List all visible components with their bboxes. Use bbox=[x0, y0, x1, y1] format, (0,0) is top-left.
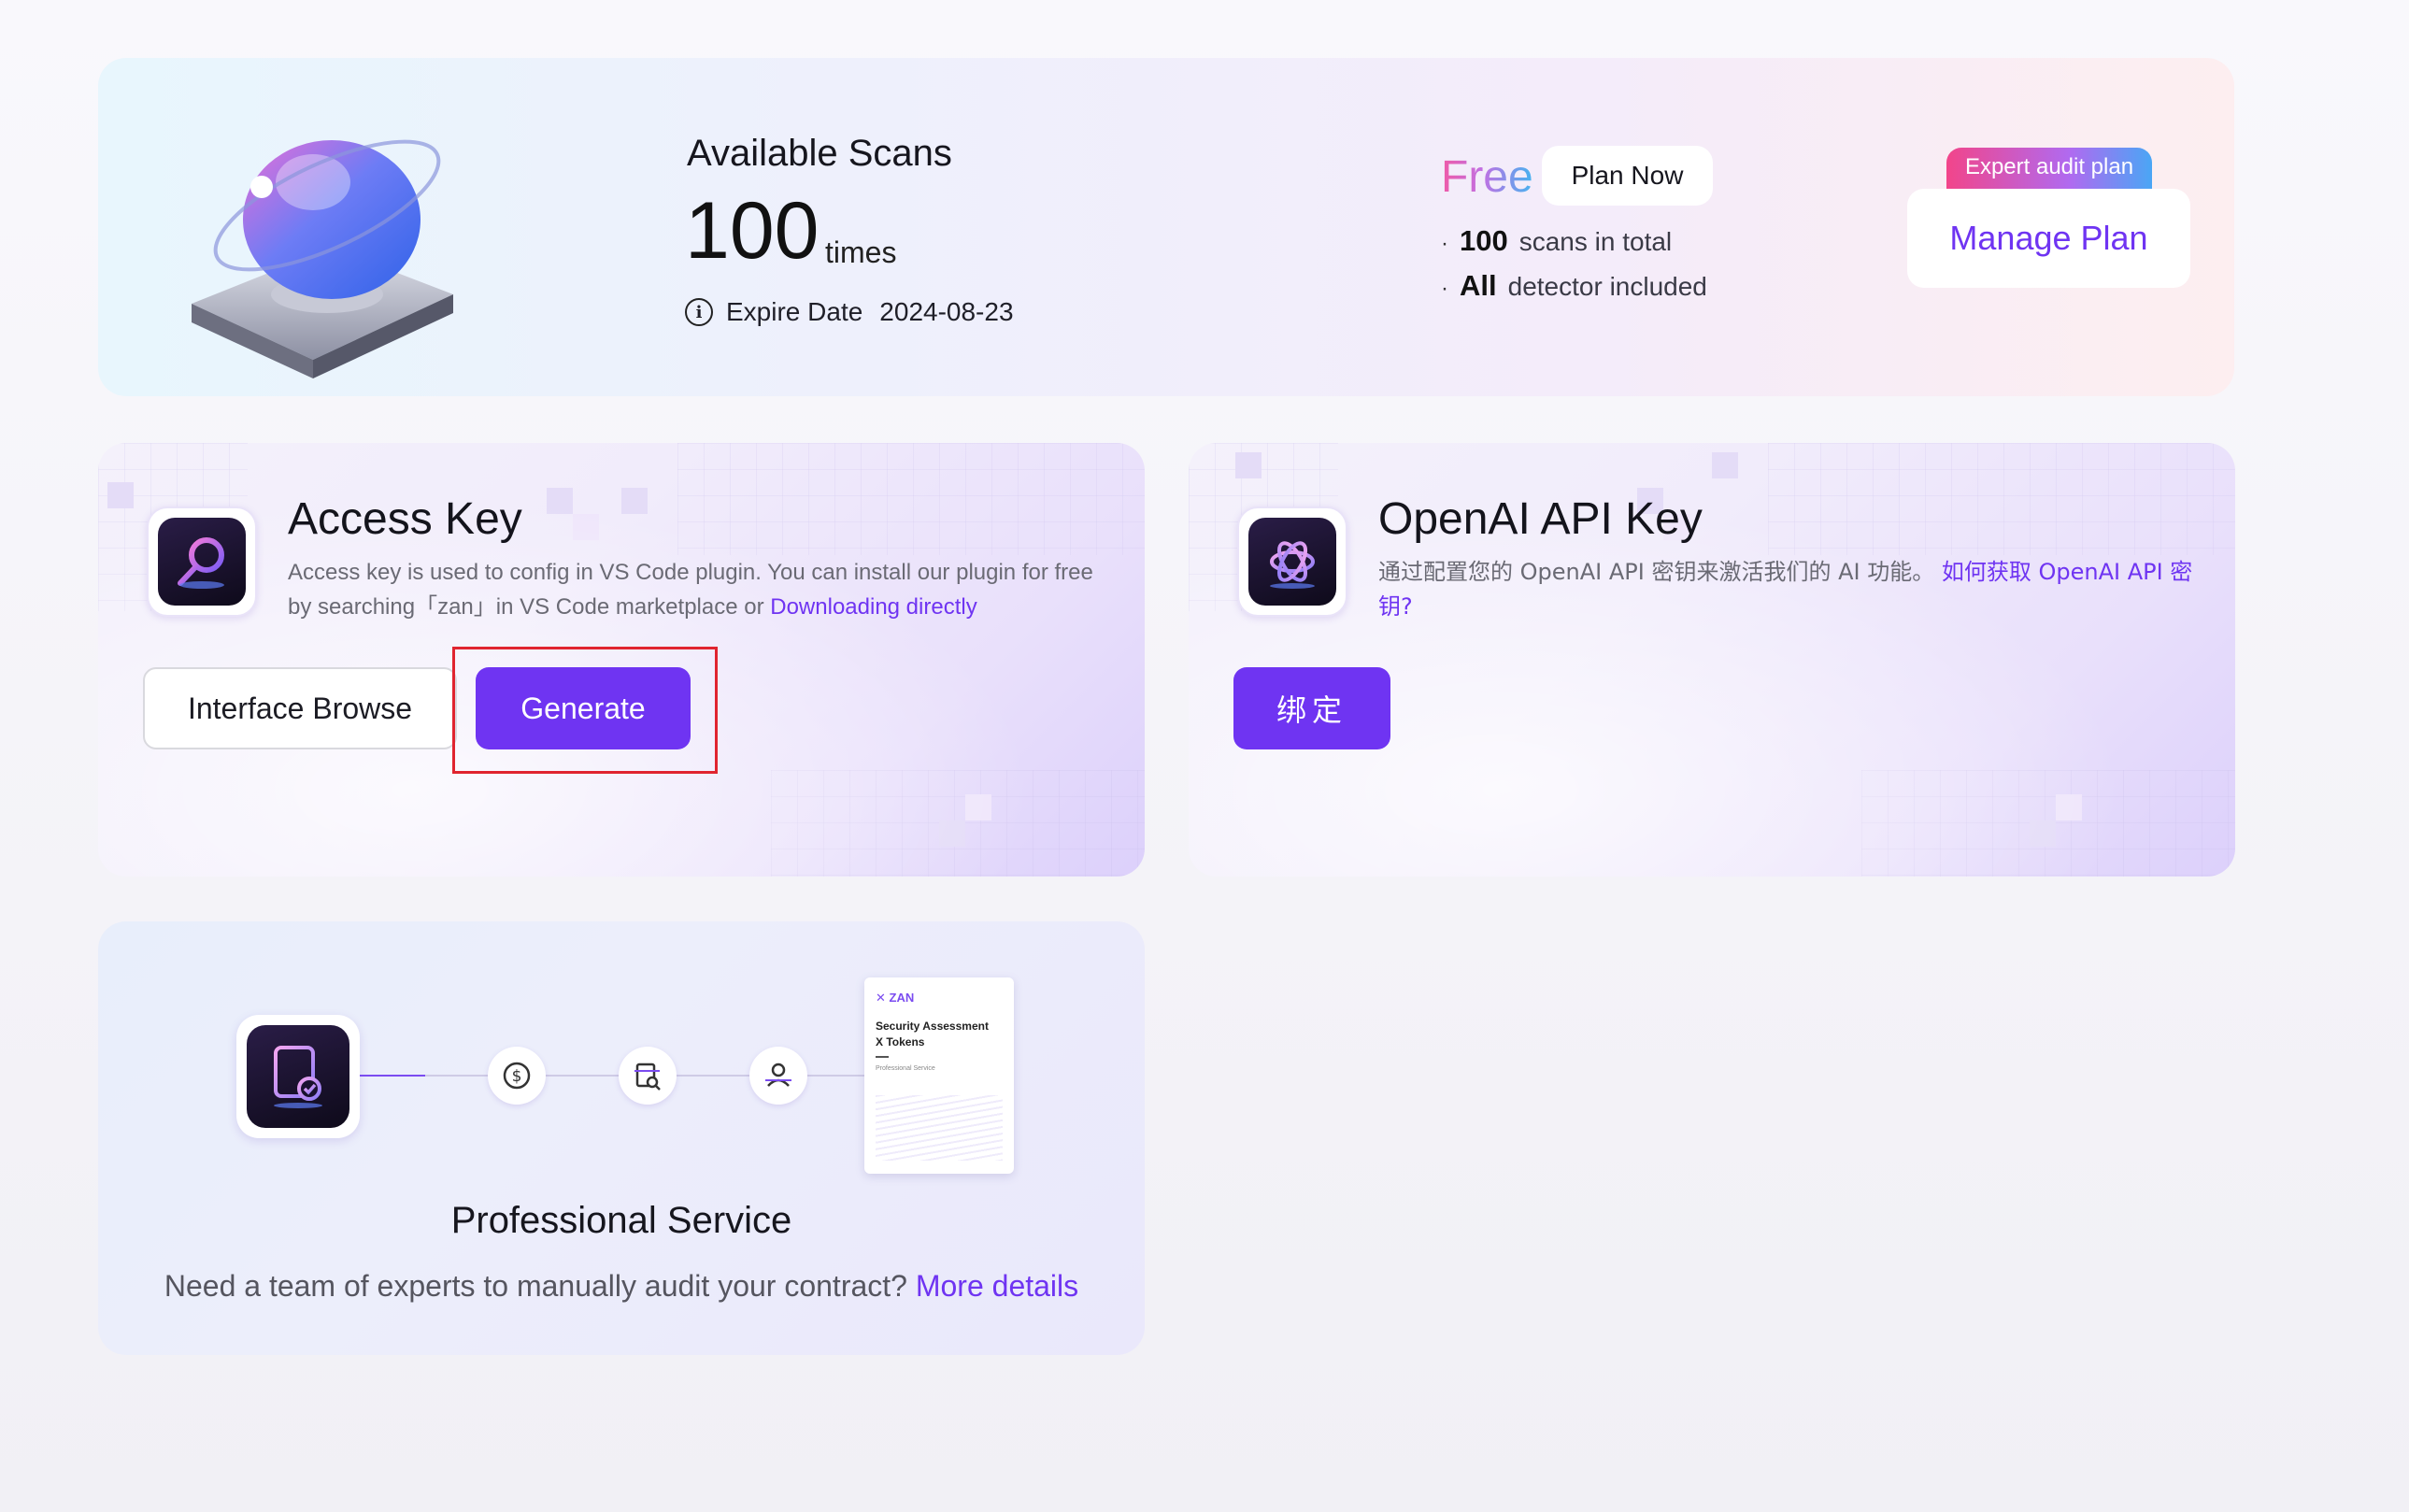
access-key-icon-box bbox=[147, 506, 257, 617]
expert-step-icon bbox=[749, 1047, 807, 1105]
report-subtitle: Professional Service bbox=[876, 1065, 935, 1072]
service-desc-text: Need a team of experts to manually audit… bbox=[164, 1269, 907, 1303]
plan-feature-value: 100 bbox=[1460, 224, 1508, 257]
professional-service-card: $ ✕ ZAN Security Assessment X Tokens Pro… bbox=[98, 921, 1145, 1355]
report-wave-pattern bbox=[876, 1095, 1003, 1161]
info-icon: i bbox=[685, 298, 713, 326]
access-key-title: Access Key bbox=[288, 494, 522, 544]
key-icon bbox=[158, 518, 246, 606]
scans-count: 100 bbox=[685, 186, 820, 276]
svg-text:$: $ bbox=[512, 1067, 522, 1086]
openai-desc-text: 通过配置您的 OpenAI API 密钥来激活我们的 AI 功能。 bbox=[1378, 559, 1935, 585]
download-directly-link[interactable]: Downloading directly bbox=[770, 594, 976, 620]
plan-feature: · All detector included bbox=[1441, 269, 1707, 302]
report-divider bbox=[876, 1056, 889, 1058]
card-glow bbox=[1189, 443, 2235, 877]
audit-document-icon-box bbox=[236, 1015, 360, 1138]
scans-unit: times bbox=[825, 235, 897, 269]
bind-button[interactable]: 绑定 bbox=[1233, 667, 1390, 749]
report-title: Security Assessment X Tokens bbox=[876, 1019, 1003, 1050]
access-key-card: Access Key Access key is used to config … bbox=[98, 443, 1145, 877]
plan-feature-value: All bbox=[1460, 269, 1497, 302]
flow-connector bbox=[360, 1075, 425, 1077]
plan-name: Free bbox=[1441, 152, 1533, 202]
report-title-line: X Tokens bbox=[876, 1035, 925, 1048]
expert-audit-plan-badge: Expert audit plan bbox=[1946, 148, 2152, 193]
expire-date: 2024-08-23 bbox=[879, 297, 1014, 326]
openai-logo-icon bbox=[1248, 518, 1336, 606]
openai-icon-box bbox=[1237, 506, 1347, 617]
payment-step-icon: $ bbox=[488, 1047, 546, 1105]
audit-document-icon bbox=[247, 1025, 349, 1128]
highlight-annotation-box bbox=[452, 647, 718, 774]
plan-now-button[interactable]: Plan Now bbox=[1542, 146, 1713, 206]
security-report-thumbnail: ✕ ZAN Security Assessment X Tokens Profe… bbox=[864, 977, 1014, 1174]
plan-feature-text: scans in total bbox=[1518, 227, 1673, 256]
plan-feature-text: detector included bbox=[1507, 272, 1707, 301]
openai-key-description: 通过配置您的 OpenAI API 密钥来激活我们的 AI 功能。 如何获取 O… bbox=[1378, 555, 2201, 624]
openai-api-key-card: OpenAI API Key 通过配置您的 OpenAI API 密钥来激活我们… bbox=[1189, 443, 2235, 877]
expire-row: i Expire Date 2024-08-23 bbox=[685, 297, 1014, 327]
report-brand-name: ZAN bbox=[889, 991, 915, 1005]
document-review-step-icon bbox=[619, 1047, 677, 1105]
more-details-link[interactable]: More details bbox=[916, 1269, 1078, 1303]
professional-service-description: Need a team of experts to manually audit… bbox=[98, 1269, 1145, 1304]
scanner-globe-illustration bbox=[192, 139, 453, 378]
report-brand: ✕ ZAN bbox=[876, 991, 915, 1005]
plan-feature: · 100 scans in total bbox=[1441, 224, 1673, 257]
manage-plan-button[interactable]: Manage Plan bbox=[1907, 189, 2190, 288]
scans-banner: Available Scans 100 times i Expire Date … bbox=[98, 58, 2234, 396]
access-key-description: Access key is used to config in VS Code … bbox=[288, 555, 1110, 624]
available-scans-title: Available Scans bbox=[687, 133, 952, 174]
professional-service-title: Professional Service bbox=[450, 1200, 792, 1241]
expire-label: Expire Date bbox=[726, 297, 863, 326]
interface-browse-button[interactable]: Interface Browse bbox=[143, 667, 457, 749]
openai-key-title: OpenAI API Key bbox=[1378, 494, 1703, 544]
report-title-line: Security Assessment bbox=[876, 1020, 989, 1033]
